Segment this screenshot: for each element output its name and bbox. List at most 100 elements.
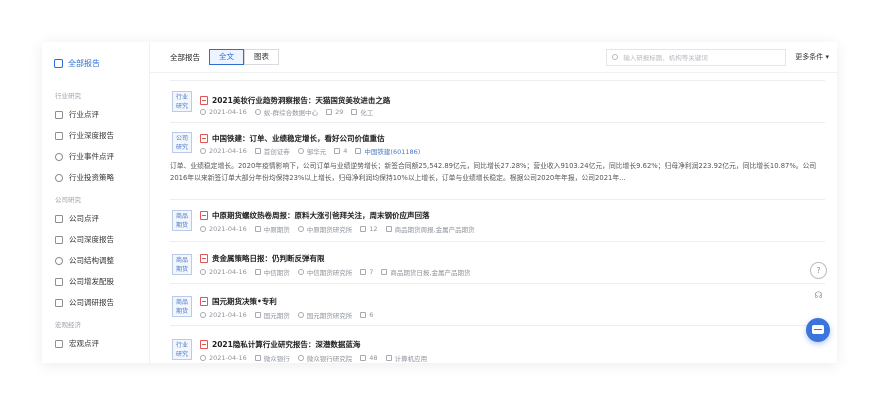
sidebar-item-all-reports[interactable]: 全部报告 <box>42 42 149 84</box>
user-icon <box>297 269 304 275</box>
user-icon <box>254 109 261 115</box>
clock-icon <box>200 269 206 275</box>
report-title[interactable]: 中原期货螺纹热卷周报：原料大涨引爸拜关注，周末钢价应声回落 <box>200 210 430 221</box>
category-icon <box>381 269 388 275</box>
report-meta: 2021-04-16 中信期货 中信期货研究所 7 商品期货日报,金属产品期货 <box>200 267 479 277</box>
list-item[interactable]: 行业 研究 2021美妆行业趋势洞察报告：天猫国货美妆进击之路 2021-04-1… <box>170 81 825 123</box>
sidebar-item-label: 公司点评 <box>69 214 99 223</box>
clipboard-icon <box>55 298 63 307</box>
share-icon <box>55 256 63 265</box>
pdf-icon <box>200 211 208 220</box>
pdf-icon <box>200 96 208 105</box>
report-type-badge: 商品 期货 <box>172 210 192 231</box>
user-icon <box>297 312 304 318</box>
report-meta: 2021-04-16 蚁-群综合数据中心 29 化工 <box>200 107 381 117</box>
main-panel: 全部报告 全文 图表 输入研报标题、机构等关键词 更多条件 ▾ 行业 研究 202… <box>150 42 837 363</box>
target-icon <box>55 173 63 182</box>
page-icon <box>360 269 367 275</box>
report-type-badge: 商品 期货 <box>172 254 192 275</box>
pdf-icon <box>200 297 208 306</box>
list-item[interactable]: 公司 研究 中国铁建：订单、业绩稳定增长，看好公司价值重估 2021-04-16 … <box>170 123 825 200</box>
pdf-icon <box>200 340 208 349</box>
list-item[interactable] <box>170 73 825 81</box>
sidebar-group-label: 公司研究 <box>55 196 81 204</box>
app-window: 全部报告 行业研究 行业点评 行业深度报告 行业事件点评 行业投资策略 公司研究… <box>42 42 837 363</box>
clock-icon <box>200 226 206 232</box>
sidebar-item-company-deep[interactable]: 公司深度报告 <box>42 229 149 250</box>
sidebar-item-industry-comment[interactable]: 行业点评 <box>42 104 149 125</box>
report-abstract: 订单、业绩稳定增长。2020年疫情影响下，公司订单与业绩逆势增长；新签合同额25… <box>170 162 817 182</box>
report-list: 行业 研究 2021美妆行业趋势洞察报告：天猫国货美妆进击之路 2021-04-1… <box>150 73 837 363</box>
sidebar-group-label: 行业研究 <box>55 92 81 100</box>
clock-icon <box>200 109 206 115</box>
sidebar-item-company-structure[interactable]: 公司结构调整 <box>42 250 149 271</box>
category-icon <box>351 109 358 115</box>
page-icon <box>334 148 341 154</box>
document-icon <box>55 235 63 244</box>
sidebar-item-label: 公司调研报告 <box>69 298 114 307</box>
list-icon <box>55 110 63 119</box>
tab-charts[interactable]: 图表 <box>244 49 279 65</box>
sidebar-item-label: 公司深度报告 <box>69 235 114 244</box>
user-icon <box>297 226 304 232</box>
sidebar-item-macro-comment[interactable]: 宏观点评 <box>42 333 149 354</box>
sidebar-item-label: 公司结构调整 <box>69 256 114 265</box>
category-icon <box>385 355 392 361</box>
page-icon <box>360 312 367 318</box>
clock-icon <box>200 312 206 318</box>
sidebar-item-label: 公司增发配股 <box>69 277 114 286</box>
document-icon <box>55 131 63 140</box>
report-title[interactable]: 2021美妆行业趋势洞察报告：天猫国货美妆进击之路 <box>200 95 390 106</box>
sidebar-item-industry-event[interactable]: 行业事件点评 <box>42 146 149 167</box>
chart-icon <box>55 277 63 286</box>
sidebar-top-label: 全部报告 <box>68 58 100 68</box>
clock-icon <box>55 152 63 161</box>
reports-icon <box>54 58 63 68</box>
sidebar: 全部报告 行业研究 行业点评 行业深度报告 行业事件点评 行业投资策略 公司研究… <box>42 42 150 363</box>
sidebar-item-industry-deep[interactable]: 行业深度报告 <box>42 125 149 146</box>
institution-icon <box>254 355 261 361</box>
view-tabs: 全文 图表 <box>209 49 279 65</box>
list-item[interactable]: 商品 期货 中原期货螺纹热卷周报：原料大涨引爸拜关注，周末钢价应声回落 2021-… <box>170 200 825 242</box>
report-type-badge: 公司 研究 <box>172 132 192 153</box>
report-title[interactable]: 贵金属策略日报：仍判断反弹有限 <box>200 253 325 264</box>
report-meta: 2021-04-16 微众银行 微众银行研究院 48 计算机应用 <box>200 353 435 363</box>
sidebar-item-company-research[interactable]: 公司调研报告 <box>42 292 149 313</box>
list-item[interactable]: 行业 研究 2021隐私计算行业研究报告：深潜数据蓝海 2021-04-16 微众… <box>170 326 825 363</box>
page-icon <box>326 109 333 115</box>
toolbar: 全部报告 全文 图表 输入研报标题、机构等关键词 更多条件 ▾ <box>150 42 837 73</box>
sidebar-item-label: 行业点评 <box>69 110 99 119</box>
list-item[interactable]: 商品 期货 国元期货决策•专利 2021-04-16 国元期货 国元期货研究所 6 <box>170 284 825 326</box>
sidebar-item-company-issuance[interactable]: 公司增发配股 <box>42 271 149 292</box>
institution-icon <box>254 312 261 318</box>
search-input[interactable]: 输入研报标题、机构等关键词 <box>606 48 787 66</box>
headset-icon[interactable]: ☊ <box>810 288 827 305</box>
list-item[interactable]: 商品 期货 贵金属策略日报：仍判断反弹有限 2021-04-16 中信期货 中信期… <box>170 242 825 284</box>
user-icon <box>297 355 304 361</box>
sidebar-item-label: 行业事件点评 <box>69 152 114 161</box>
report-type-badge: 商品 期货 <box>172 296 192 317</box>
chat-icon[interactable] <box>806 318 830 342</box>
stock-icon <box>355 148 362 154</box>
list-icon <box>55 339 63 348</box>
list-icon <box>55 214 63 223</box>
report-meta: 2021-04-16 国元期货 国元期货研究所 6 <box>200 310 381 320</box>
search-icon <box>612 54 619 60</box>
more-filters-button[interactable]: 更多条件 ▾ <box>795 52 829 62</box>
report-title[interactable]: 2021隐私计算行业研究报告：深潜数据蓝海 <box>200 339 360 350</box>
report-title[interactable]: 国元期货决策•专利 <box>200 296 277 307</box>
help-icon[interactable]: ? <box>810 262 827 279</box>
sidebar-item-industry-strategy[interactable]: 行业投资策略 <box>42 167 149 188</box>
report-title[interactable]: 中国铁建：订单、业绩稳定增长，看好公司价值重估 <box>200 133 385 144</box>
sidebar-item-company-comment[interactable]: 公司点评 <box>42 208 149 229</box>
stock-link[interactable]: 中国铁建(601186) <box>364 146 420 156</box>
toolbar-title: 全部报告 <box>170 52 200 62</box>
report-type-badge: 行业 研究 <box>172 91 192 112</box>
report-type-badge: 行业 研究 <box>172 339 192 360</box>
sidebar-group-label: 宏观经济 <box>55 321 81 329</box>
sidebar-item-label: 行业投资策略 <box>69 173 114 182</box>
page-icon <box>360 355 367 361</box>
institution-icon <box>254 226 261 232</box>
tab-fulltext[interactable]: 全文 <box>209 49 244 65</box>
sidebar-item-label: 行业深度报告 <box>69 131 114 140</box>
